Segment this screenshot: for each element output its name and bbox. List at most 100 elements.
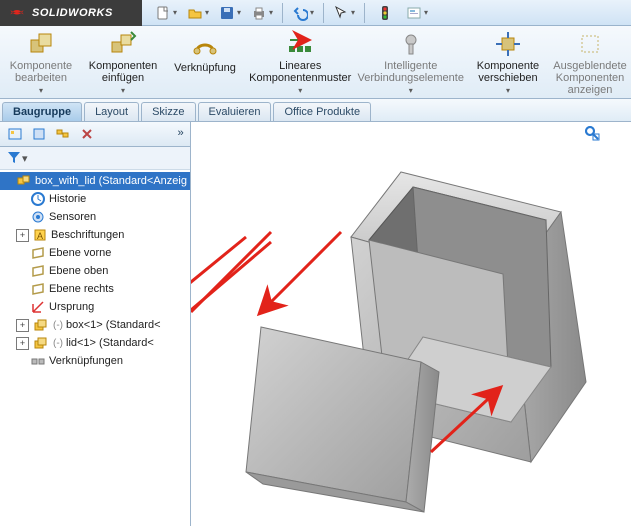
save-icon xyxy=(219,5,235,21)
tree-node-label: Historie xyxy=(49,193,86,205)
tree-node-label: Beschriftungen xyxy=(51,229,124,241)
ribbon-label: AusgeblendeteKomponentenanzeigen xyxy=(553,60,626,96)
linear-pattern-icon xyxy=(285,30,315,58)
separator-icon xyxy=(364,3,365,23)
panel-collapse-button[interactable]: » xyxy=(177,128,184,140)
tree-node-label: Sensoren xyxy=(49,211,96,223)
tree-node-right[interactable]: Ebene rechts xyxy=(14,280,190,298)
ribbon-label: Verknüpfung xyxy=(174,62,236,74)
show-hidden-icon xyxy=(575,30,605,58)
ribbon-label: Komponenteverschieben xyxy=(477,60,539,97)
annot-icon: A xyxy=(32,227,48,243)
ribbon-insert-component[interactable]: Komponenteneinfügen xyxy=(82,26,164,98)
tab-assembly[interactable]: Baugruppe xyxy=(2,102,82,121)
fm-tree-tab[interactable] xyxy=(6,125,24,143)
filter-dropdown-icon[interactable]: ▾ xyxy=(22,152,28,165)
new-file-icon xyxy=(155,5,171,21)
ribbon: Komponentebearbeiten Komponenteneinfügen V… xyxy=(0,26,631,99)
dim-expert-tab[interactable] xyxy=(78,125,96,143)
tab-office[interactable]: Office Produkte xyxy=(273,102,371,121)
separator-icon xyxy=(282,3,283,23)
history-icon xyxy=(30,191,46,207)
tab-layout[interactable]: Layout xyxy=(84,102,139,121)
part-icon xyxy=(32,335,48,351)
separator-icon xyxy=(323,3,324,23)
tree-node-label: Ursprung xyxy=(49,301,94,313)
tree-node-label: box<1> (Standard< xyxy=(66,319,161,331)
tree-node-sensors[interactable]: Sensoren xyxy=(14,208,190,226)
ribbon-label: IntelligenteVerbindungselemente xyxy=(358,60,464,97)
tree-node-origin[interactable]: Ursprung xyxy=(14,298,190,316)
svg-text:A: A xyxy=(37,231,43,241)
filter-icon[interactable] xyxy=(6,149,22,168)
tree-node-history[interactable]: Historie xyxy=(14,190,190,208)
tree-twisty-none xyxy=(16,212,27,223)
select-button[interactable] xyxy=(328,2,360,24)
property-manager-tab[interactable] xyxy=(30,125,48,143)
title-bar: SOLIDWORKS xyxy=(0,0,631,26)
app-logo: SOLIDWORKS xyxy=(0,0,142,26)
feature-tree: box_with_lid (Standard<Anzeig Historie Se… xyxy=(0,170,190,526)
move-component-icon xyxy=(493,30,523,58)
part-icon xyxy=(32,317,48,333)
graphics-viewport[interactable] xyxy=(191,122,631,526)
tab-evaluate[interactable]: Evaluieren xyxy=(198,102,272,121)
app-name: SOLIDWORKS xyxy=(32,7,113,19)
tree-twisty-none xyxy=(16,302,27,313)
tree-node-box[interactable]: + (-) box<1> (Standard< xyxy=(14,316,190,334)
rebuild-button[interactable] xyxy=(369,2,401,24)
tree-node-label: Ebene oben xyxy=(49,265,108,277)
tree-expand-icon[interactable]: + xyxy=(16,319,29,332)
annotation-arrows xyxy=(191,232,271,327)
new-button[interactable] xyxy=(150,2,182,24)
tree-node-label: box_with_lid (Standard<Anzeig xyxy=(35,175,187,187)
undo-button[interactable] xyxy=(287,2,319,24)
ribbon-label: Komponentebearbeiten xyxy=(10,60,72,97)
plane-icon xyxy=(30,263,46,279)
ribbon-label: Komponenteneinfügen xyxy=(89,60,158,97)
tree-node-annot[interactable]: + A Beschriftungen xyxy=(14,226,190,244)
ribbon-smart-fasteners: IntelligenteVerbindungselemente xyxy=(354,26,467,98)
cursor-icon xyxy=(333,5,349,21)
model-render xyxy=(191,122,631,526)
tree-node-lid[interactable]: + (-) lid<1> (Standard< xyxy=(14,334,190,352)
tree-node-front[interactable]: Ebene vorne xyxy=(14,244,190,262)
traffic-light-icon xyxy=(377,5,393,21)
tree-node-top[interactable]: Ebene oben xyxy=(14,262,190,280)
ribbon-linear-pattern[interactable]: LinearesKomponentenmuster xyxy=(246,26,354,98)
plane-icon xyxy=(30,281,46,297)
tree-twisty-none xyxy=(16,356,27,367)
ribbon-move-component[interactable]: Komponenteverschieben xyxy=(467,26,549,98)
tree-node-state: (-) xyxy=(53,320,63,331)
tree-node-label: Ebene vorne xyxy=(49,247,111,259)
tree-node-label: lid<1> (Standard< xyxy=(66,337,154,349)
ribbon-mate[interactable]: Verknüpfung xyxy=(164,26,246,98)
tree-expand-icon[interactable]: + xyxy=(16,337,29,350)
tab-sketch[interactable]: Skizze xyxy=(141,102,195,121)
options-button[interactable] xyxy=(401,2,433,24)
tree-root-assembly[interactable]: box_with_lid (Standard<Anzeig xyxy=(0,172,190,190)
origin-icon xyxy=(30,299,46,315)
tree-node-label: Ebene rechts xyxy=(49,283,114,295)
tree-node-state: (-) xyxy=(53,338,63,349)
print-button[interactable] xyxy=(246,2,278,24)
ribbon-show-hidden: AusgeblendeteKomponentenanzeigen xyxy=(549,26,631,98)
assembly-icon xyxy=(16,173,32,189)
tree-expand-icon[interactable]: + xyxy=(16,229,29,242)
insert-component-icon xyxy=(108,30,138,58)
save-button[interactable] xyxy=(214,2,246,24)
feature-filter-bar: ▾ xyxy=(0,147,190,170)
tree-twisty-none xyxy=(16,284,27,295)
quick-access-toolbar xyxy=(142,0,631,26)
configuration-tab[interactable] xyxy=(54,125,72,143)
ds-logo-icon xyxy=(8,4,26,22)
mates-icon xyxy=(30,353,46,369)
open-button[interactable] xyxy=(182,2,214,24)
work-area: » ▾ box_with_lid (Standard<Anzeig Histor… xyxy=(0,122,631,526)
undo-icon xyxy=(292,5,308,21)
mate-icon xyxy=(190,30,220,60)
feature-manager-panel: » ▾ box_with_lid (Standard<Anzeig Histor… xyxy=(0,122,191,526)
options-icon xyxy=(406,5,422,21)
tree-node-mates[interactable]: Verknüpfungen xyxy=(14,352,190,370)
ribbon-label: LinearesKomponentenmuster xyxy=(249,60,351,97)
